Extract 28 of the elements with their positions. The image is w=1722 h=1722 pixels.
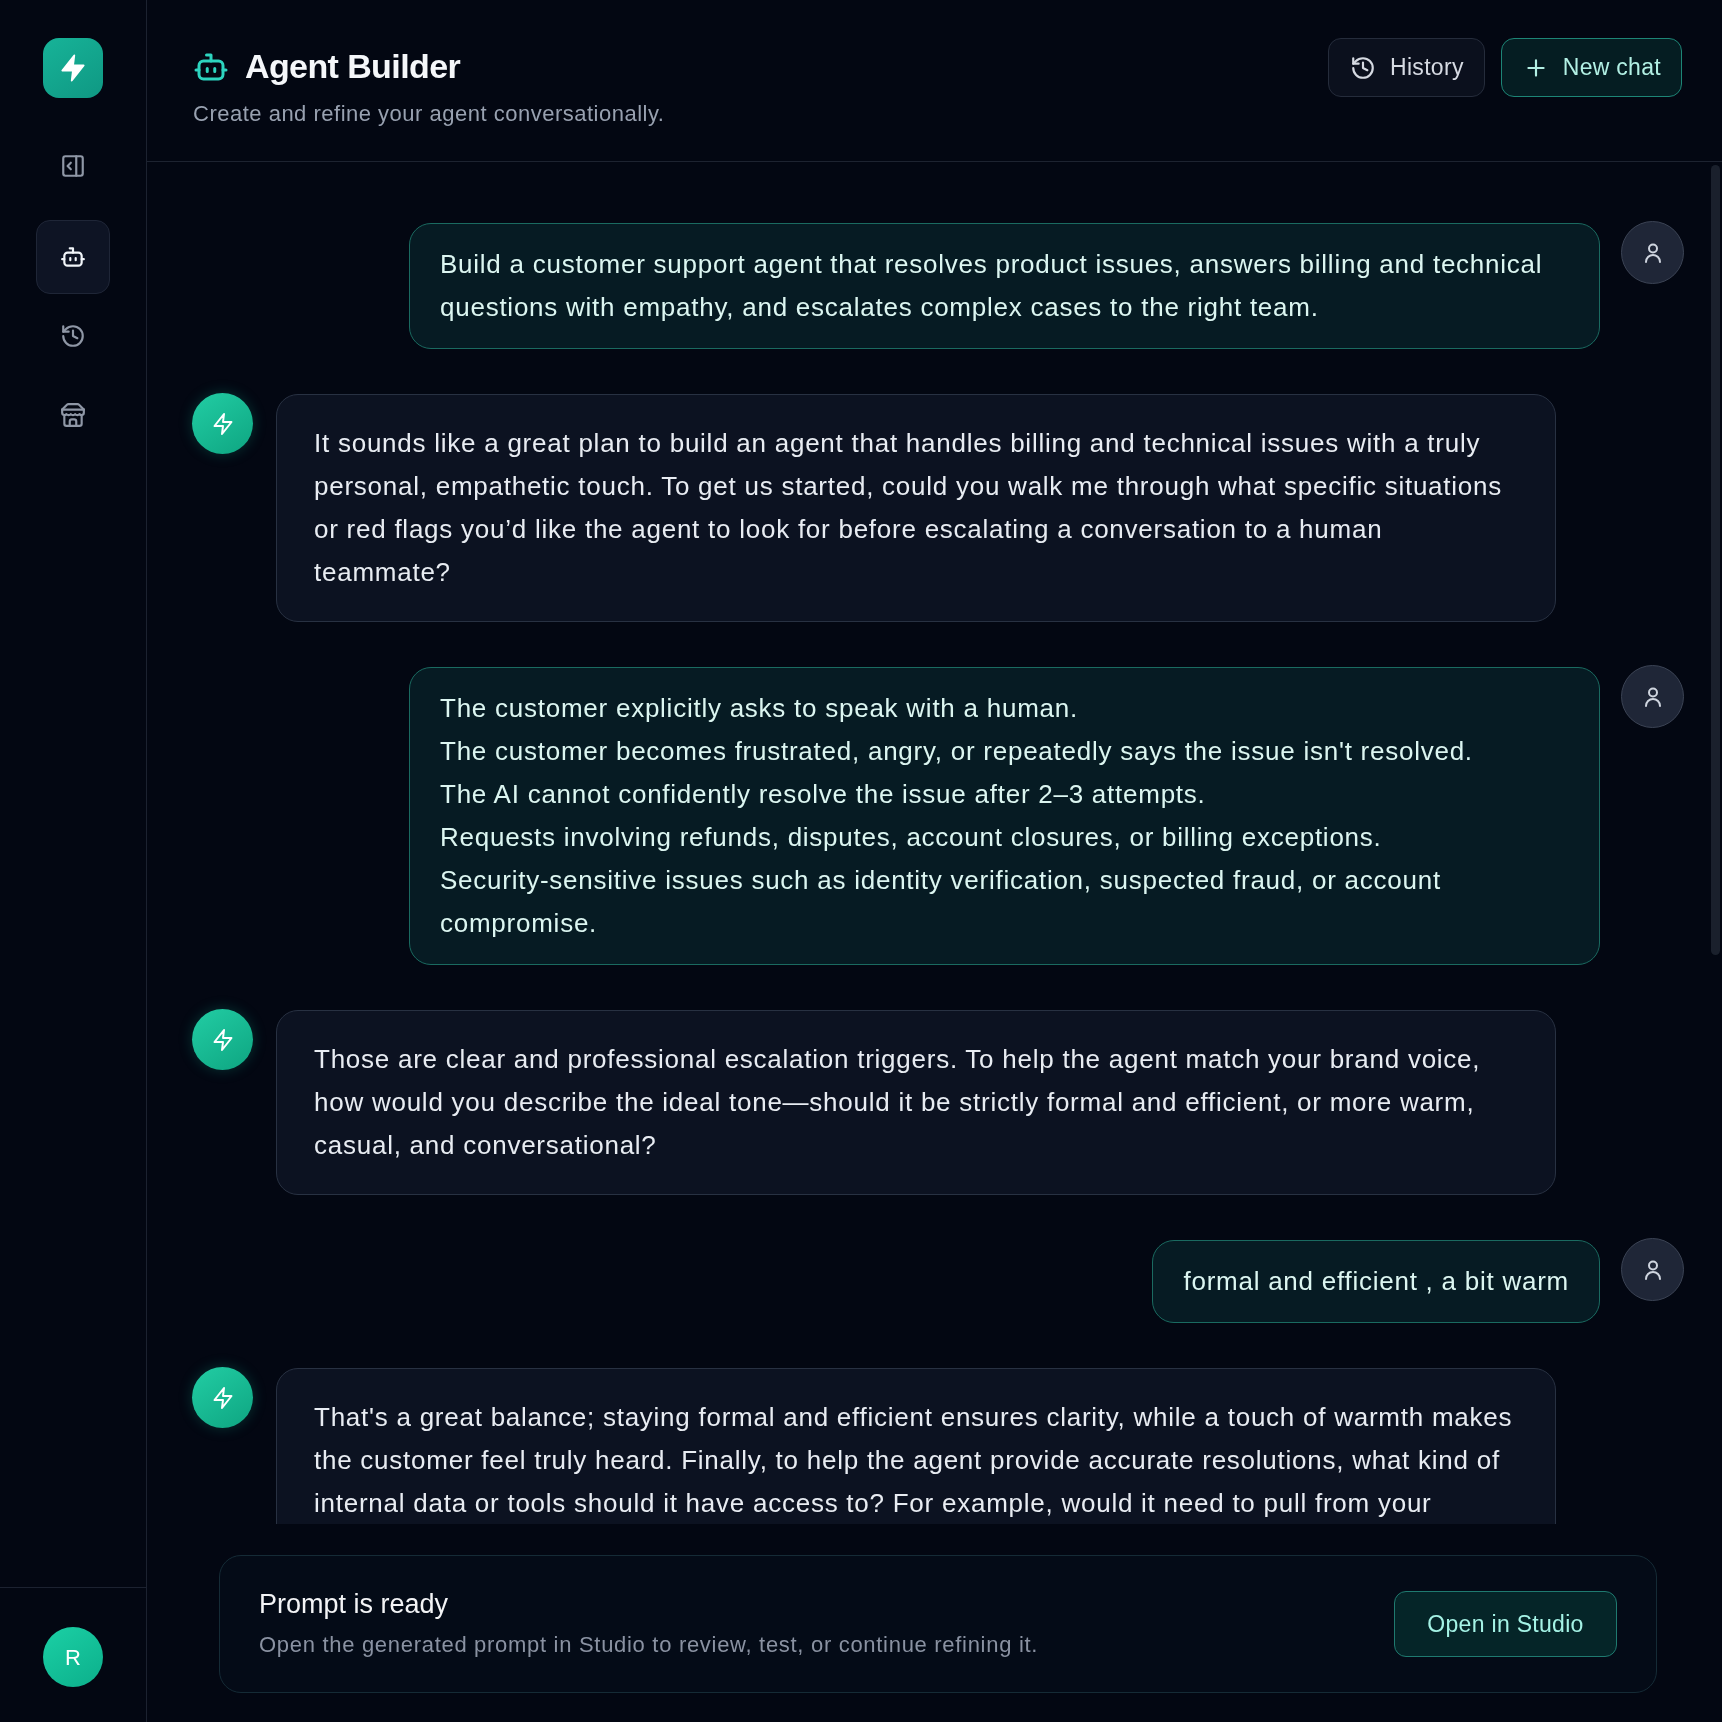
message-text: The AI cannot confidently resolve the issue after 2–3 attempts. xyxy=(440,778,1207,811)
sidebar-panel-icon[interactable] xyxy=(60,153,86,179)
lightning-logo-icon[interactable] xyxy=(43,38,103,98)
page-title: Agent Builder xyxy=(245,46,461,87)
scrollbar-thumb[interactable] xyxy=(1711,165,1720,955)
page-subtitle: Create and refine your agent conversationally. xyxy=(193,100,665,128)
new-chat-button[interactable]: New chat xyxy=(1500,38,1682,97)
message-text: formal and efficient , a bit warm xyxy=(1183,1265,1569,1298)
agent-avatar-icon xyxy=(192,393,253,454)
message-text: Those are clear and professional escalation triggers. To help the agent match your brand voice, how would you describe the ideal tone—should it be strictly formal and efficient, or more warm, casual, and conversational? xyxy=(314,1043,1482,1162)
card-description: Open the generated prompt in Studio to review, test, or continue refining it. xyxy=(259,1631,1039,1659)
open-in-studio-button[interactable]: Open in Studio xyxy=(1394,1591,1617,1657)
agent-avatar-icon xyxy=(192,1009,253,1070)
message-text: The customer becomes frustrated, angry, or repeatedly says the issue isn't resolved. xyxy=(440,735,1474,768)
message-text: That's a great balance; staying formal and efficient ensures clarity, while a touch of warmth makes the customer feel truly heard. Finally, to help the agent provide accurate resolutions, what kind of internal data or tools should it have access to? For example, would it need to pull from your xyxy=(314,1401,1514,1520)
message-text: Requests involving refunds, disputes, account closures, or billing exceptions. xyxy=(440,821,1383,854)
history-button[interactable]: History xyxy=(1328,38,1485,97)
message-text: Build a customer support agent that resolves product issues, answers billing and technical questions with empathy, and escalates complex cases to the right team. xyxy=(440,248,1544,324)
message-text: It sounds like a great plan to build an agent that handles billing and technical issues with a truly personal, empathetic touch. To get us started, could you walk me through what specific situations or red flags you’d like the agent to look for before escalating a conversation to a human teammate? xyxy=(314,427,1503,589)
sidebar-nav-button[interactable] xyxy=(36,220,110,294)
message-text: The customer explicitly asks to speak with a human. xyxy=(440,692,1079,725)
history-icon xyxy=(1350,54,1377,81)
store-icon xyxy=(60,402,86,428)
card-title: Prompt is ready xyxy=(259,1589,450,1620)
robot-icon xyxy=(60,244,86,270)
history-icon xyxy=(60,323,86,349)
agent-avatar-icon xyxy=(192,1367,253,1428)
message-text: Security-sensitive issues such as identity verification, suspected fraud, or account compromise. xyxy=(440,864,1442,940)
